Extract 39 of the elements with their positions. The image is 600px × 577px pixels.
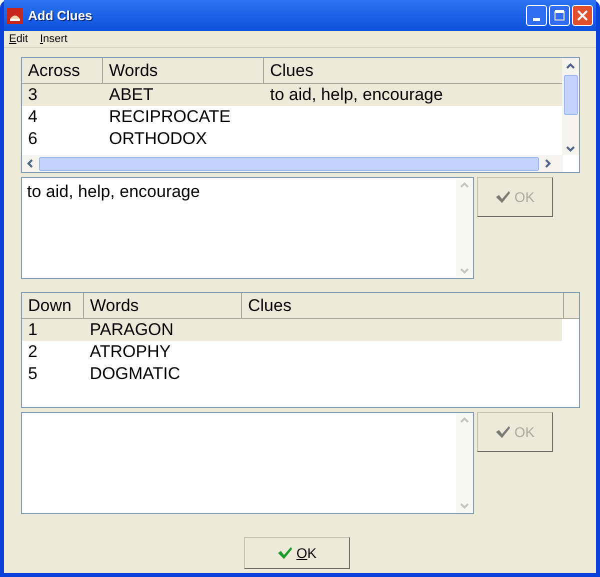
table-cell-text: 5 [28, 363, 38, 386]
horizontal-scrollbar[interactable] [22, 155, 563, 172]
check-icon [495, 190, 512, 204]
maximize-button[interactable] [549, 5, 570, 26]
minimize-icon [533, 18, 540, 21]
table-cell-text: 4 [28, 106, 38, 128]
check-icon [277, 546, 294, 560]
list-row[interactable]: 1 PARAGON [22, 319, 562, 341]
menu-item[interactable]: Edit [9, 30, 28, 48]
vertical-scrollbar[interactable] [456, 178, 473, 278]
ok-button[interactable]: OK [244, 537, 350, 569]
column-header[interactable]: Words [103, 58, 264, 83]
close-icon [577, 10, 588, 21]
close-button[interactable] [572, 5, 593, 26]
table-cell-text: RECIPROCATE [109, 106, 231, 128]
list-row[interactable]: 3 ABET to aid, help, encourage [22, 84, 563, 106]
table-cell-text: PARAGON [90, 319, 174, 342]
table-cell-text: ORTHODOX [109, 128, 207, 150]
table-cell-text: ABET [109, 84, 154, 106]
column-header[interactable]: Down [22, 293, 84, 318]
table-cell-text: 1 [28, 319, 38, 342]
table-cell-text: 2 [28, 341, 38, 364]
scroll-thumb[interactable] [564, 75, 578, 115]
app-icon [7, 8, 23, 24]
table-cell-text: 3 [28, 84, 38, 106]
table-cell-text: ATROPHY [90, 341, 171, 364]
table-cell-text: to aid, help, encourage [270, 84, 443, 106]
column-header[interactable]: Words [84, 293, 242, 318]
vertical-scrollbar[interactable] [562, 58, 579, 155]
table-cell-text: DOGMATIC [90, 363, 180, 386]
maximize-icon [554, 10, 565, 21]
menu-item[interactable]: Insert [40, 30, 68, 48]
column-header[interactable]: Across [22, 58, 103, 83]
table-cell-text: 6 [28, 128, 38, 150]
window-title: Add Clues [28, 6, 94, 25]
vertical-scrollbar[interactable] [456, 413, 473, 513]
check-icon [495, 425, 512, 439]
scroll-thumb[interactable] [39, 156, 539, 170]
minimize-button[interactable] [526, 5, 547, 26]
